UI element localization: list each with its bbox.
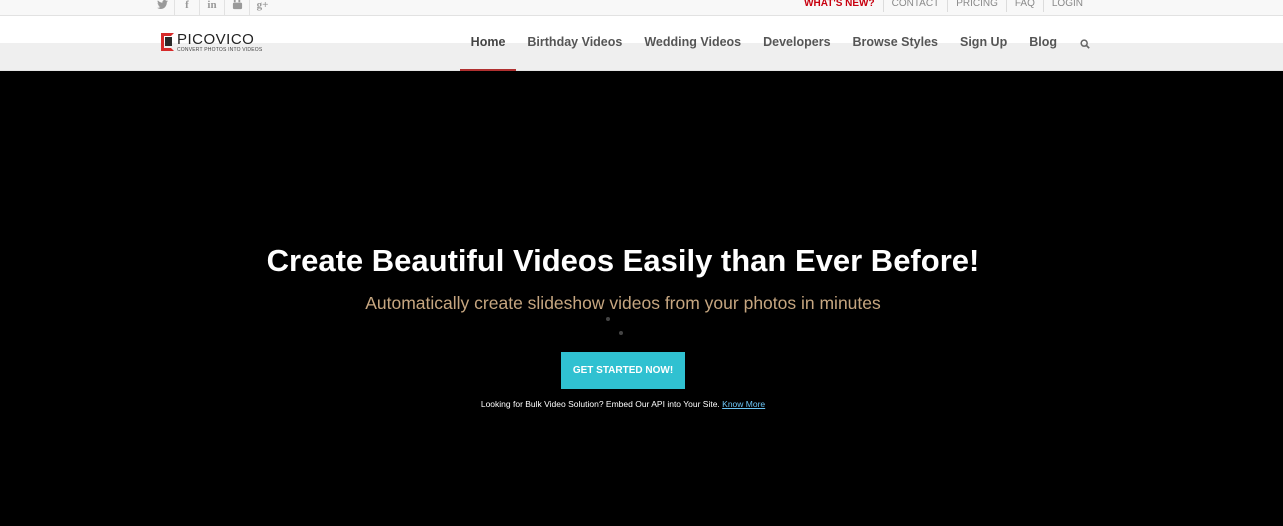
nav-sign-up[interactable]: Sign Up <box>949 16 1018 71</box>
nav-blog[interactable]: Blog <box>1018 16 1068 71</box>
nav-developers[interactable]: Developers <box>752 16 841 71</box>
pricing-link[interactable]: PRICING <box>947 0 1006 12</box>
slider-dot[interactable] <box>619 331 623 335</box>
nav-browse-styles[interactable]: Browse Styles <box>842 16 949 71</box>
logo-tagline: CONVERT PHOTOS INTO VIDEOS <box>177 47 263 53</box>
nav-birthday-videos[interactable]: Birthday Videos <box>516 16 633 71</box>
header: PICOVICO CONVERT PHOTOS INTO VIDEOS Home… <box>0 16 1283 71</box>
google-plus-icon[interactable]: g+ <box>250 0 275 15</box>
whats-new-link[interactable]: WHAT'S NEW? <box>796 0 883 12</box>
logo-name: PICOVICO <box>177 31 255 48</box>
know-more-link[interactable]: Know More <box>722 399 765 409</box>
hero: Create Beautiful Videos Easily than Ever… <box>0 72 1283 526</box>
slider-dot[interactable] <box>606 317 610 321</box>
top-bar: f in g+ WHAT'S NEW? CONTACT PRICING FAQ … <box>0 0 1283 16</box>
search-icon[interactable] <box>1068 16 1090 71</box>
hero-title: Create Beautiful Videos Easily than Ever… <box>266 243 980 278</box>
logo[interactable]: PICOVICO CONVERT PHOTOS INTO VIDEOS <box>161 31 263 53</box>
login-link[interactable]: LOGIN <box>1042 0 1091 12</box>
hero-subtitle: Automatically create slideshow videos fr… <box>365 293 881 313</box>
facebook-icon[interactable]: f <box>175 0 200 15</box>
linkedin-icon[interactable]: in <box>200 0 225 15</box>
top-links: WHAT'S NEW? CONTACT PRICING FAQ LOGIN <box>796 0 1091 12</box>
nav-home[interactable]: Home <box>459 16 517 71</box>
logo-mark-icon <box>161 33 175 52</box>
social-links: f in g+ <box>150 0 275 15</box>
youtube-icon[interactable] <box>225 0 250 15</box>
api-text: Looking for Bulk Video Solution? Embed O… <box>480 399 723 409</box>
twitter-icon[interactable] <box>150 0 175 15</box>
faq-link[interactable]: FAQ <box>1005 0 1043 12</box>
get-started-button[interactable]: GET STARTED NOW! <box>561 352 685 389</box>
contact-link[interactable]: CONTACT <box>882 0 948 12</box>
main-nav: Home Birthday Videos Wedding Videos Deve… <box>459 16 1090 71</box>
api-info-line: Looking for Bulk Video Solution? Embed O… <box>0 399 1246 409</box>
nav-wedding-videos[interactable]: Wedding Videos <box>633 16 752 71</box>
